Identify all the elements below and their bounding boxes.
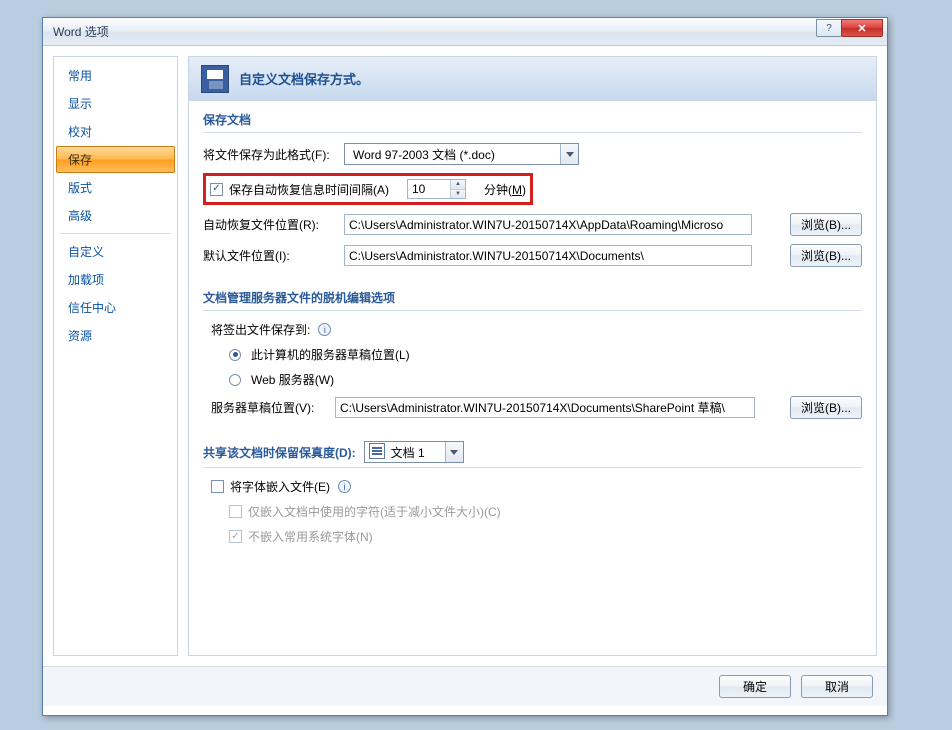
fidelity-doc-dropdown[interactable]: 文档 1 [364, 441, 464, 463]
window-buttons: ? ✕ [817, 19, 883, 37]
sidebar-item-advanced[interactable]: 高级 [56, 202, 175, 229]
sidebar-item-customize[interactable]: 自定义 [56, 238, 175, 265]
radio-local-row: 此计算机的服务器草稿位置(L) [229, 346, 862, 363]
browse-autorecover-button[interactable]: 浏览(B)... [790, 213, 862, 236]
radio-web-row: Web 服务器(W) [229, 371, 862, 388]
sidebar-item-trust[interactable]: 信任中心 [56, 294, 175, 321]
help-icon[interactable]: i [318, 323, 331, 336]
draft-loc-row: 服务器草稿位置(V): 浏览(B)... [203, 396, 862, 419]
autorecover-loc-row: 自动恢复文件位置(R): 浏览(B)... [203, 213, 862, 236]
radio-web[interactable] [229, 374, 241, 386]
sidebar-item-proofing[interactable]: 校对 [56, 118, 175, 145]
embed-used-only-row: 仅嵌入文档中使用的字符(适于减小文件大小)(C) [229, 503, 862, 520]
save-section-title: 保存文档 [203, 111, 862, 133]
sidebar-item-layout[interactable]: 版式 [56, 174, 175, 201]
autorecover-label: 保存自动恢复信息时间间隔(A) [229, 181, 389, 198]
autorecover-value-input[interactable] [408, 180, 450, 198]
content-header: 自定义文档保存方式。 [189, 57, 876, 101]
minutes-label: 分钟(M) [484, 181, 526, 198]
radio-web-label: Web 服务器(W) [251, 371, 334, 388]
sidebar-item-resources[interactable]: 资源 [56, 322, 175, 349]
help-button[interactable]: ? [816, 19, 842, 37]
fidelity-section-title: 共享该文档时保留保真度(D): 文档 1 [203, 441, 862, 468]
offline-section-title: 文档管理服务器文件的脱机编辑选项 [203, 289, 862, 311]
sidebar-item-general[interactable]: 常用 [56, 62, 175, 89]
browse-draft-button[interactable]: 浏览(B)... [790, 396, 862, 419]
autorecover-spinner[interactable]: ▲ ▼ [407, 179, 466, 199]
dialog-title: Word 选项 [53, 23, 109, 40]
document-icon [369, 443, 385, 459]
titlebar: Word 选项 ? ✕ [43, 18, 887, 46]
embed-fonts-checkbox[interactable] [211, 480, 224, 493]
header-text: 自定义文档保存方式。 [239, 69, 369, 88]
embed-used-only-label: 仅嵌入文档中使用的字符(适于减小文件大小)(C) [248, 503, 501, 520]
autorecover-highlight: 保存自动恢复信息时间间隔(A) ▲ ▼ 分钟(M) [203, 173, 533, 205]
format-dropdown[interactable]: Word 97-2003 文档 (*.doc) [344, 143, 579, 165]
sidebar-separator [60, 233, 171, 234]
default-loc-label: 默认文件位置(I): [203, 247, 338, 264]
draft-loc-input[interactable] [335, 397, 755, 418]
autorecover-checkbox[interactable] [210, 183, 223, 196]
offline-section: 文档管理服务器文件的脱机编辑选项 将签出文件保存到: i 此计算机的服务器草稿位… [189, 279, 876, 431]
spinner-down[interactable]: ▼ [451, 190, 465, 199]
radio-local[interactable] [229, 349, 241, 361]
help-icon[interactable]: i [338, 480, 351, 493]
dialog-body: 常用 显示 校对 保存 版式 高级 自定义 加载项 信任中心 资源 自定义文档保… [43, 46, 887, 666]
checkout-label: 将签出文件保存到: [211, 321, 310, 338]
save-icon [201, 65, 229, 93]
cancel-button[interactable]: 取消 [801, 675, 873, 698]
no-common-sys-row: 不嵌入常用系统字体(N) [229, 528, 862, 545]
dialog-footer: 确定 取消 [43, 666, 887, 706]
format-row: 将文件保存为此格式(F): Word 97-2003 文档 (*.doc) [203, 143, 862, 165]
embed-fonts-label: 将字体嵌入文件(E) [230, 478, 330, 495]
no-common-sys-label: 不嵌入常用系统字体(N) [248, 528, 373, 545]
embed-fonts-row: 将字体嵌入文件(E) i [211, 478, 862, 495]
ok-button[interactable]: 确定 [719, 675, 791, 698]
sidebar-item-addins[interactable]: 加载项 [56, 266, 175, 293]
fidelity-doc-name: 文档 1 [389, 444, 445, 461]
chevron-down-icon [445, 442, 463, 462]
default-loc-row: 默认文件位置(I): 浏览(B)... [203, 244, 862, 267]
checkout-label-row: 将签出文件保存到: i [211, 321, 862, 338]
options-dialog: Word 选项 ? ✕ 常用 显示 校对 保存 版式 高级 自定义 加载项 信任… [42, 17, 888, 716]
sidebar-item-save[interactable]: 保存 [56, 146, 175, 173]
close-button[interactable]: ✕ [841, 19, 883, 37]
category-sidebar: 常用 显示 校对 保存 版式 高级 自定义 加载项 信任中心 资源 [53, 56, 178, 656]
browse-default-button[interactable]: 浏览(B)... [790, 244, 862, 267]
format-value: Word 97-2003 文档 (*.doc) [345, 146, 560, 163]
format-label: 将文件保存为此格式(F): [203, 146, 338, 163]
fidelity-section: 共享该文档时保留保真度(D): 文档 1 将字体嵌入文件(E) i 仅嵌入文档中… [189, 431, 876, 557]
autorecover-row: 保存自动恢复信息时间间隔(A) ▲ ▼ 分钟(M) [203, 173, 862, 205]
spinner-up[interactable]: ▲ [451, 180, 465, 190]
embed-used-only-checkbox [229, 505, 242, 518]
radio-local-label: 此计算机的服务器草稿位置(L) [251, 346, 410, 363]
chevron-down-icon [560, 144, 578, 164]
autorecover-loc-label: 自动恢复文件位置(R): [203, 216, 338, 233]
default-loc-input[interactable] [344, 245, 752, 266]
autorecover-loc-input[interactable] [344, 214, 752, 235]
no-common-sys-checkbox [229, 530, 242, 543]
draft-loc-label: 服务器草稿位置(V): [211, 399, 329, 416]
save-section: 保存文档 将文件保存为此格式(F): Word 97-2003 文档 (*.do… [189, 101, 876, 279]
sidebar-item-display[interactable]: 显示 [56, 90, 175, 117]
content-pane: 自定义文档保存方式。 保存文档 将文件保存为此格式(F): Word 97-20… [188, 56, 877, 656]
